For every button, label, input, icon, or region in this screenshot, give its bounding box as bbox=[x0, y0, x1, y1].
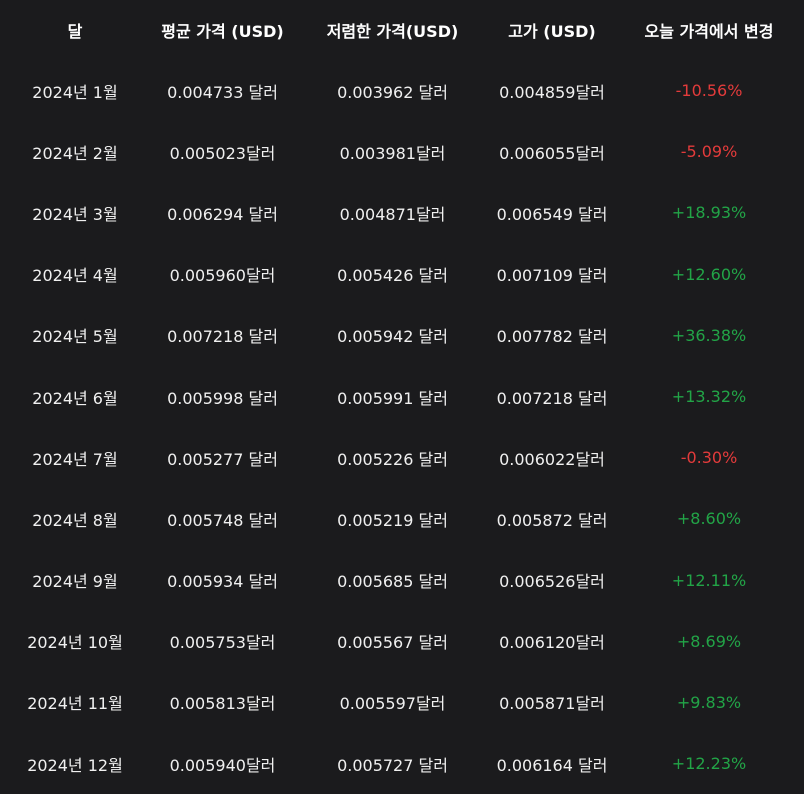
cell-high-price: 0.006055달러 bbox=[499, 143, 605, 163]
cell-low-price: 0.005226 달러 bbox=[337, 449, 448, 469]
cell-average-price: 0.005813달러 bbox=[169, 694, 276, 714]
column-header-high-price: 고가 (USD) bbox=[508, 22, 596, 41]
table-row: 2024년 7월 0.005277 달러 0.005226 달러 0.006022달러… bbox=[0, 427, 804, 488]
cell-change: +8.69% bbox=[676, 631, 742, 651]
cell-average-price: 0.005748 달러 bbox=[167, 510, 278, 530]
cell-change: +12.60% bbox=[671, 264, 747, 284]
table-header: 달 평균 가격 (USD) 저렴한 가격(USD) 고가 (USD) 오늘 가격… bbox=[0, 0, 804, 60]
column-header-month: 달 bbox=[67, 22, 83, 41]
column-header-change: 오늘 가격에서 변경 bbox=[644, 22, 774, 41]
cell-high-price: 0.007218 달러 bbox=[496, 388, 608, 408]
cell-high-price: 0.005872 달러 bbox=[496, 510, 608, 530]
cell-month: 2024년 9월 bbox=[32, 572, 118, 592]
cell-average-price: 0.006294 달러 bbox=[167, 204, 278, 224]
price-prediction-table: 달 평균 가격 (USD) 저렴한 가격(USD) 고가 (USD) 오늘 가격… bbox=[0, 0, 804, 794]
cell-high-price: 0.004859달러 bbox=[499, 82, 605, 102]
cell-high-price: 0.006549 달러 bbox=[496, 204, 608, 224]
header-row: 달 평균 가격 (USD) 저렴한 가격(USD) 고가 (USD) 오늘 가격… bbox=[0, 0, 804, 60]
cell-month: 2024년 3월 bbox=[32, 204, 118, 224]
cell-change: -10.56% bbox=[675, 81, 743, 101]
table-row: 2024년 11월 0.005813달러 0.005597달러 0.005871달러 +… bbox=[0, 672, 804, 733]
table-row: 2024년 4월 0.005960달러 0.005426 달러 0.007109 달러… bbox=[0, 244, 804, 305]
cell-average-price: 0.005960달러 bbox=[169, 266, 276, 286]
cell-low-price: 0.005426 달러 bbox=[337, 266, 448, 286]
cell-low-price: 0.005685 달러 bbox=[337, 572, 448, 592]
table-row: 2024년 5월 0.007218 달러 0.005942 달러 0.007782 달… bbox=[0, 305, 804, 366]
table-row: 2024년 1월 0.004733 달러 0.003962 달러 0.004859달러… bbox=[0, 60, 804, 121]
cell-high-price: 0.006164 달러 bbox=[496, 755, 608, 775]
cell-average-price: 0.005023달러 bbox=[169, 143, 276, 163]
cell-month: 2024년 1월 bbox=[32, 82, 118, 102]
cell-average-price: 0.005277 달러 bbox=[167, 449, 278, 469]
cell-low-price: 0.004871달러 bbox=[339, 204, 446, 224]
cell-change: +13.32% bbox=[671, 387, 747, 407]
table-body: 2024년 1월 0.004733 달러 0.003962 달러 0.004859달러… bbox=[0, 60, 804, 794]
cell-low-price: 0.005727 달러 bbox=[337, 755, 448, 775]
column-header-low-price: 저렴한 가격(USD) bbox=[326, 22, 459, 41]
cell-month: 2024년 11월 bbox=[27, 694, 123, 714]
cell-high-price: 0.006022달러 bbox=[499, 449, 605, 469]
cell-low-price: 0.005942 달러 bbox=[337, 327, 448, 347]
cell-change: +12.11% bbox=[671, 570, 747, 590]
cell-low-price: 0.005567 달러 bbox=[337, 633, 448, 653]
cell-average-price: 0.004733 달러 bbox=[167, 82, 278, 102]
cell-month: 2024년 6월 bbox=[32, 388, 118, 408]
cell-high-price: 0.005871달러 bbox=[499, 694, 605, 714]
cell-month: 2024년 12월 bbox=[27, 755, 123, 775]
cell-month: 2024년 5월 bbox=[32, 327, 118, 347]
cell-low-price: 0.003962 달러 bbox=[337, 82, 448, 102]
cell-change: +36.38% bbox=[671, 325, 747, 345]
cell-average-price: 0.005753달러 bbox=[169, 633, 276, 653]
cell-low-price: 0.005991 달러 bbox=[337, 388, 448, 408]
cell-month: 2024년 2월 bbox=[32, 143, 118, 163]
cell-month: 2024년 7월 bbox=[32, 449, 118, 469]
table-row: 2024년 12월 0.005940달러 0.005727 달러 0.006164 달… bbox=[0, 733, 804, 794]
cell-month: 2024년 4월 bbox=[32, 266, 118, 286]
cell-average-price: 0.007218 달러 bbox=[167, 327, 278, 347]
cell-high-price: 0.006526달러 bbox=[499, 572, 605, 592]
cell-change: +18.93% bbox=[671, 203, 747, 223]
table-row: 2024년 3월 0.006294 달러 0.004871달러 0.006549 달러… bbox=[0, 182, 804, 243]
cell-change: +8.60% bbox=[676, 509, 742, 529]
cell-low-price: 0.003981달러 bbox=[339, 143, 446, 163]
cell-low-price: 0.005597달러 bbox=[339, 694, 446, 714]
cell-change: +12.23% bbox=[671, 754, 747, 774]
table-row: 2024년 10월 0.005753달러 0.005567 달러 0.006120달러… bbox=[0, 611, 804, 672]
cell-high-price: 0.007782 달러 bbox=[496, 327, 608, 347]
cell-average-price: 0.005934 달러 bbox=[167, 572, 278, 592]
cell-low-price: 0.005219 달러 bbox=[337, 510, 448, 530]
cell-average-price: 0.005940달러 bbox=[169, 755, 276, 775]
table-row: 2024년 2월 0.005023달러 0.003981달러 0.006055달러 -5… bbox=[0, 121, 804, 182]
cell-average-price: 0.005998 달러 bbox=[167, 388, 278, 408]
cell-change: +9.83% bbox=[676, 692, 742, 712]
column-header-average-price: 평균 가격 (USD) bbox=[161, 22, 284, 41]
cell-high-price: 0.006120달러 bbox=[499, 633, 605, 653]
cell-change: -5.09% bbox=[680, 142, 738, 162]
table-row: 2024년 8월 0.005748 달러 0.005219 달러 0.005872 달… bbox=[0, 488, 804, 549]
table-row: 2024년 9월 0.005934 달러 0.005685 달러 0.006526달러… bbox=[0, 550, 804, 611]
cell-month: 2024년 10월 bbox=[27, 633, 123, 653]
cell-change: -0.30% bbox=[680, 448, 738, 468]
table-row: 2024년 6월 0.005998 달러 0.005991 달러 0.007218 달… bbox=[0, 366, 804, 427]
cell-month: 2024년 8월 bbox=[32, 510, 118, 530]
cell-high-price: 0.007109 달러 bbox=[496, 266, 608, 286]
